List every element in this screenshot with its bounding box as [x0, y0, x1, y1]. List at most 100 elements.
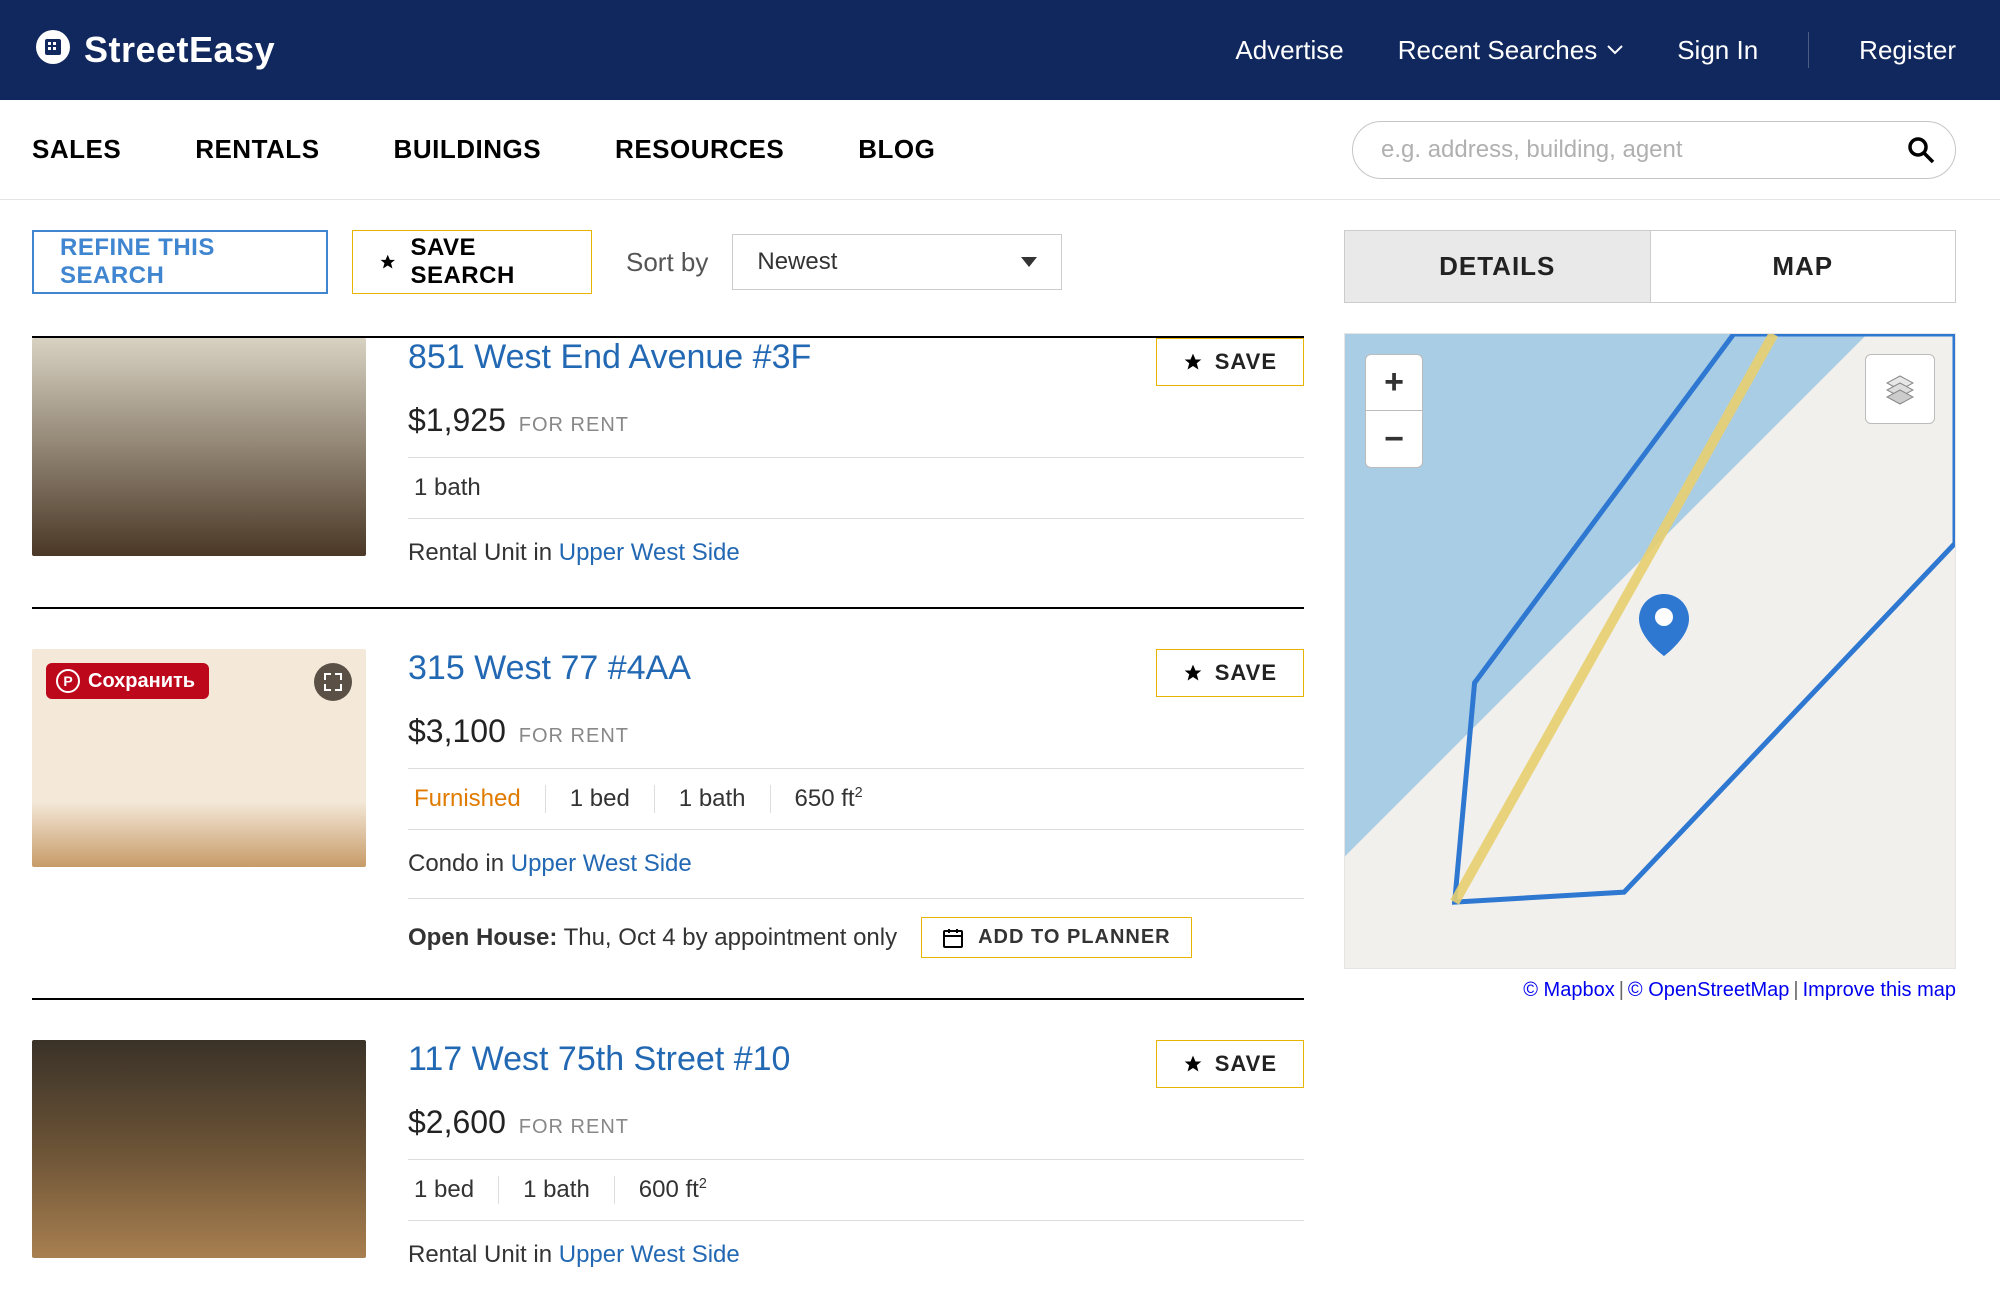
register-link[interactable]: Register [1859, 35, 1956, 66]
zoom-out-button[interactable]: − [1366, 411, 1422, 467]
search-input[interactable] [1381, 136, 1907, 164]
card-divider [32, 607, 1304, 609]
spec-item: 650 ft2 [771, 785, 887, 813]
logo[interactable]: StreetEasy [32, 29, 275, 71]
spec-item: 1 bath [499, 1176, 615, 1204]
map-credits: © Mapbox|© OpenStreetMap|Improve this ma… [1344, 979, 1956, 1002]
tab-details[interactable]: DETAILS [1345, 231, 1651, 302]
credit-improve[interactable]: Improve this map [1803, 979, 1956, 1001]
listing-specs: Furnished 1 bed 1 bath 650 ft2 [408, 768, 1304, 830]
results-toolbar: REFINE THIS SEARCH SAVE SEARCH Sort by N… [32, 230, 1304, 294]
content: REFINE THIS SEARCH SAVE SEARCH Sort by N… [0, 200, 2000, 1309]
listing-thumb[interactable] [32, 338, 366, 556]
add-to-planner-button[interactable]: ADD TO PLANNER [921, 917, 1192, 958]
neighborhood-link[interactable]: Upper West Side [511, 850, 692, 877]
listing-price: $2,600 FOR RENT [408, 1104, 1304, 1141]
top-nav: Advertise Recent Searches Sign In Regist… [1235, 32, 1956, 68]
sort-value: Newest [757, 248, 837, 276]
planner-label: ADD TO PLANNER [978, 926, 1171, 949]
divider [1808, 32, 1809, 68]
map-pin-icon[interactable] [1639, 594, 1689, 656]
credit-osm[interactable]: © OpenStreetMap [1628, 979, 1789, 1001]
listing-location: Rental Unit in Upper West Side [408, 1241, 1304, 1269]
openhouse-row: Open House: Thu, Oct 4 by appointment on… [408, 898, 1304, 958]
save-listing-button[interactable]: SAVE [1156, 338, 1304, 386]
main-menu: SALES RENTALS BUILDINGS RESOURCES BLOG [32, 134, 935, 165]
search-icon[interactable] [1907, 136, 1935, 164]
save-label: SAVE [1215, 349, 1277, 375]
nav-sales[interactable]: SALES [32, 134, 121, 165]
listing-price: $3,100 FOR RENT [408, 713, 1304, 750]
star-icon [379, 252, 396, 272]
listing-location: Condo in Upper West Side [408, 850, 1304, 878]
neighborhood-link[interactable]: Upper West Side [559, 539, 740, 566]
expand-button[interactable] [314, 663, 352, 701]
navbar: SALES RENTALS BUILDINGS RESOURCES BLOG [0, 100, 2000, 200]
pinterest-save-button[interactable]: P Сохранить [46, 663, 209, 699]
advertise-link[interactable]: Advertise [1235, 35, 1343, 66]
spec-item: 600 ft2 [615, 1176, 731, 1204]
listing-location: Rental Unit in Upper West Side [408, 539, 1304, 567]
refine-search-button[interactable]: REFINE THIS SEARCH [32, 230, 328, 294]
topbar: StreetEasy Advertise Recent Searches Sig… [0, 0, 2000, 100]
for-rent-label: FOR RENT [519, 1116, 629, 1138]
for-rent-label: FOR RENT [519, 725, 629, 747]
listing-price: $1,925 FOR RENT [408, 402, 1304, 439]
save-search-button[interactable]: SAVE SEARCH [352, 230, 592, 294]
listing-specs: 1 bath [408, 457, 1304, 519]
star-icon [1183, 663, 1203, 683]
spec-furnished: Furnished [408, 785, 546, 813]
openhouse-text: Thu, Oct 4 by appointment only [564, 924, 898, 951]
star-icon [1183, 352, 1203, 372]
search-pill [1352, 121, 1956, 179]
chevron-down-icon [1607, 45, 1623, 55]
credit-mapbox[interactable]: © Mapbox [1523, 979, 1614, 1001]
listing-card: 117 West 75th Street #10 SAVE $2,600 FOR… [32, 1040, 1304, 1309]
spec-item: 1 bed [546, 785, 655, 813]
zoom-control: + − [1365, 354, 1423, 468]
side-column: DETAILS MAP + − [1344, 230, 1956, 1002]
nav-blog[interactable]: BLOG [858, 134, 935, 165]
recent-searches-link[interactable]: Recent Searches [1398, 35, 1623, 66]
zoom-in-button[interactable]: + [1366, 355, 1422, 411]
nav-buildings[interactable]: BUILDINGS [394, 134, 542, 165]
layers-icon [1883, 372, 1917, 406]
spec-item: 1 bath [408, 474, 505, 502]
listing-specs: 1 bed 1 bath 600 ft2 [408, 1159, 1304, 1221]
signin-link[interactable]: Sign In [1677, 35, 1758, 66]
listing-card: P Сохранить 315 West 77 #4AA SAVE $3,100… [32, 649, 1304, 998]
caret-down-icon [1021, 257, 1037, 267]
listing-title[interactable]: 851 West End Avenue #3F [408, 338, 811, 377]
neighborhood-link[interactable]: Upper West Side [559, 1241, 740, 1268]
listing-card: 851 West End Avenue #3F SAVE $1,925 FOR … [32, 336, 1304, 607]
spec-item: 1 bath [655, 785, 771, 813]
nav-rentals[interactable]: RENTALS [195, 134, 319, 165]
for-rent-label: FOR RENT [519, 414, 629, 436]
save-listing-button[interactable]: SAVE [1156, 1040, 1304, 1088]
card-divider [32, 998, 1304, 1000]
listing-title[interactable]: 117 West 75th Street #10 [408, 1040, 790, 1079]
expand-icon [323, 672, 343, 692]
pinterest-label: Сохранить [88, 670, 195, 693]
save-listing-button[interactable]: SAVE [1156, 649, 1304, 697]
save-label: SAVE [1215, 1051, 1277, 1077]
star-icon [1183, 1054, 1203, 1074]
save-label: SAVE [1215, 660, 1277, 686]
listing-thumb[interactable]: P Сохранить [32, 649, 366, 867]
sort-select[interactable]: Newest [732, 234, 1062, 290]
nav-resources[interactable]: RESOURCES [615, 134, 784, 165]
tab-map[interactable]: MAP [1651, 231, 1956, 302]
results-column: REFINE THIS SEARCH SAVE SEARCH Sort by N… [32, 230, 1304, 1309]
side-tabs: DETAILS MAP [1344, 230, 1956, 303]
logo-icon [32, 29, 74, 71]
recent-searches-label: Recent Searches [1398, 35, 1597, 66]
sort-label: Sort by [626, 247, 708, 278]
listing-thumb[interactable] [32, 1040, 366, 1258]
spec-item: 1 bed [408, 1176, 499, 1204]
map[interactable]: + − [1344, 333, 1956, 969]
layers-button[interactable] [1865, 354, 1935, 424]
logo-text: StreetEasy [84, 29, 275, 71]
listing-title[interactable]: 315 West 77 #4AA [408, 649, 691, 688]
calendar-icon [942, 927, 964, 949]
pinterest-icon: P [56, 669, 80, 693]
